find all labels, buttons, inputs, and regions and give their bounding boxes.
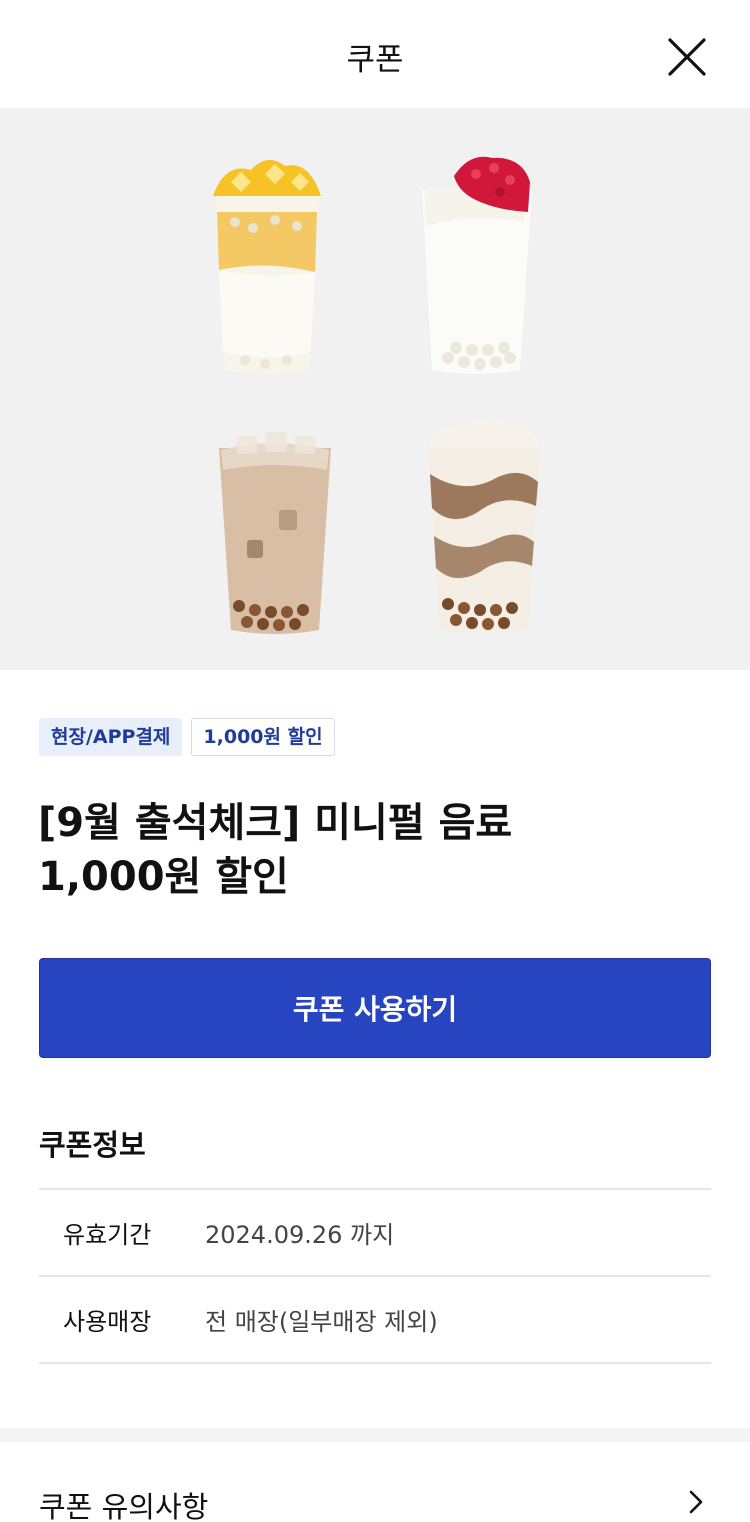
coupon-title: [9월 출석체크] 미니펄 음료 1,000원 할인 <box>38 796 718 904</box>
stores-value: 전 매장(일부매장 제외) <box>205 1308 438 1336</box>
coupon-info-heading: 쿠폰정보 <box>39 1128 146 1162</box>
mango-drink-icon <box>213 159 321 374</box>
info-row-stores: 사용매장 전 매장(일부매장 제외) <box>39 1277 711 1364</box>
coupon-notice-label: 쿠폰 유의사항 <box>39 1490 209 1522</box>
coupon-tags: 현장/APP결제 1,000원 할인 <box>39 718 335 756</box>
close-icon <box>668 38 706 76</box>
header-bar: 쿠폰 <box>0 0 750 108</box>
chevron-right-icon[interactable] <box>686 1490 706 1514</box>
coupon-title-line2: 1,000원 할인 <box>38 854 289 900</box>
page-title: 쿠폰 <box>346 42 404 78</box>
coupon-notice-row[interactable]: 쿠폰 유의사항 <box>0 1442 750 1522</box>
discount-badge: 1,000원 할인 <box>191 718 335 756</box>
milk-tea-drink-icon <box>219 432 331 634</box>
info-row-validity: 유효기간 2024.09.26 까지 <box>39 1190 711 1277</box>
stores-label: 사용매장 <box>63 1308 152 1336</box>
section-divider <box>0 1428 750 1442</box>
validity-value: 2024.09.26 까지 <box>205 1221 395 1249</box>
payment-type-badge: 현장/APP결제 <box>39 718 183 756</box>
use-coupon-button[interactable]: 쿠폰 사용하기 <box>39 958 711 1058</box>
coupon-title-line1: [9월 출석체크] 미니펄 음료 <box>38 800 513 846</box>
validity-label: 유효기간 <box>63 1221 152 1249</box>
coupon-hero-image <box>0 108 750 670</box>
close-button[interactable] <box>666 36 708 78</box>
brown-sugar-foam-drink-icon <box>428 418 540 634</box>
strawberry-milk-drink-icon <box>422 156 532 374</box>
coupon-info-table: 유효기간 2024.09.26 까지 사용매장 전 매장(일부매장 제외) <box>39 1188 711 1364</box>
